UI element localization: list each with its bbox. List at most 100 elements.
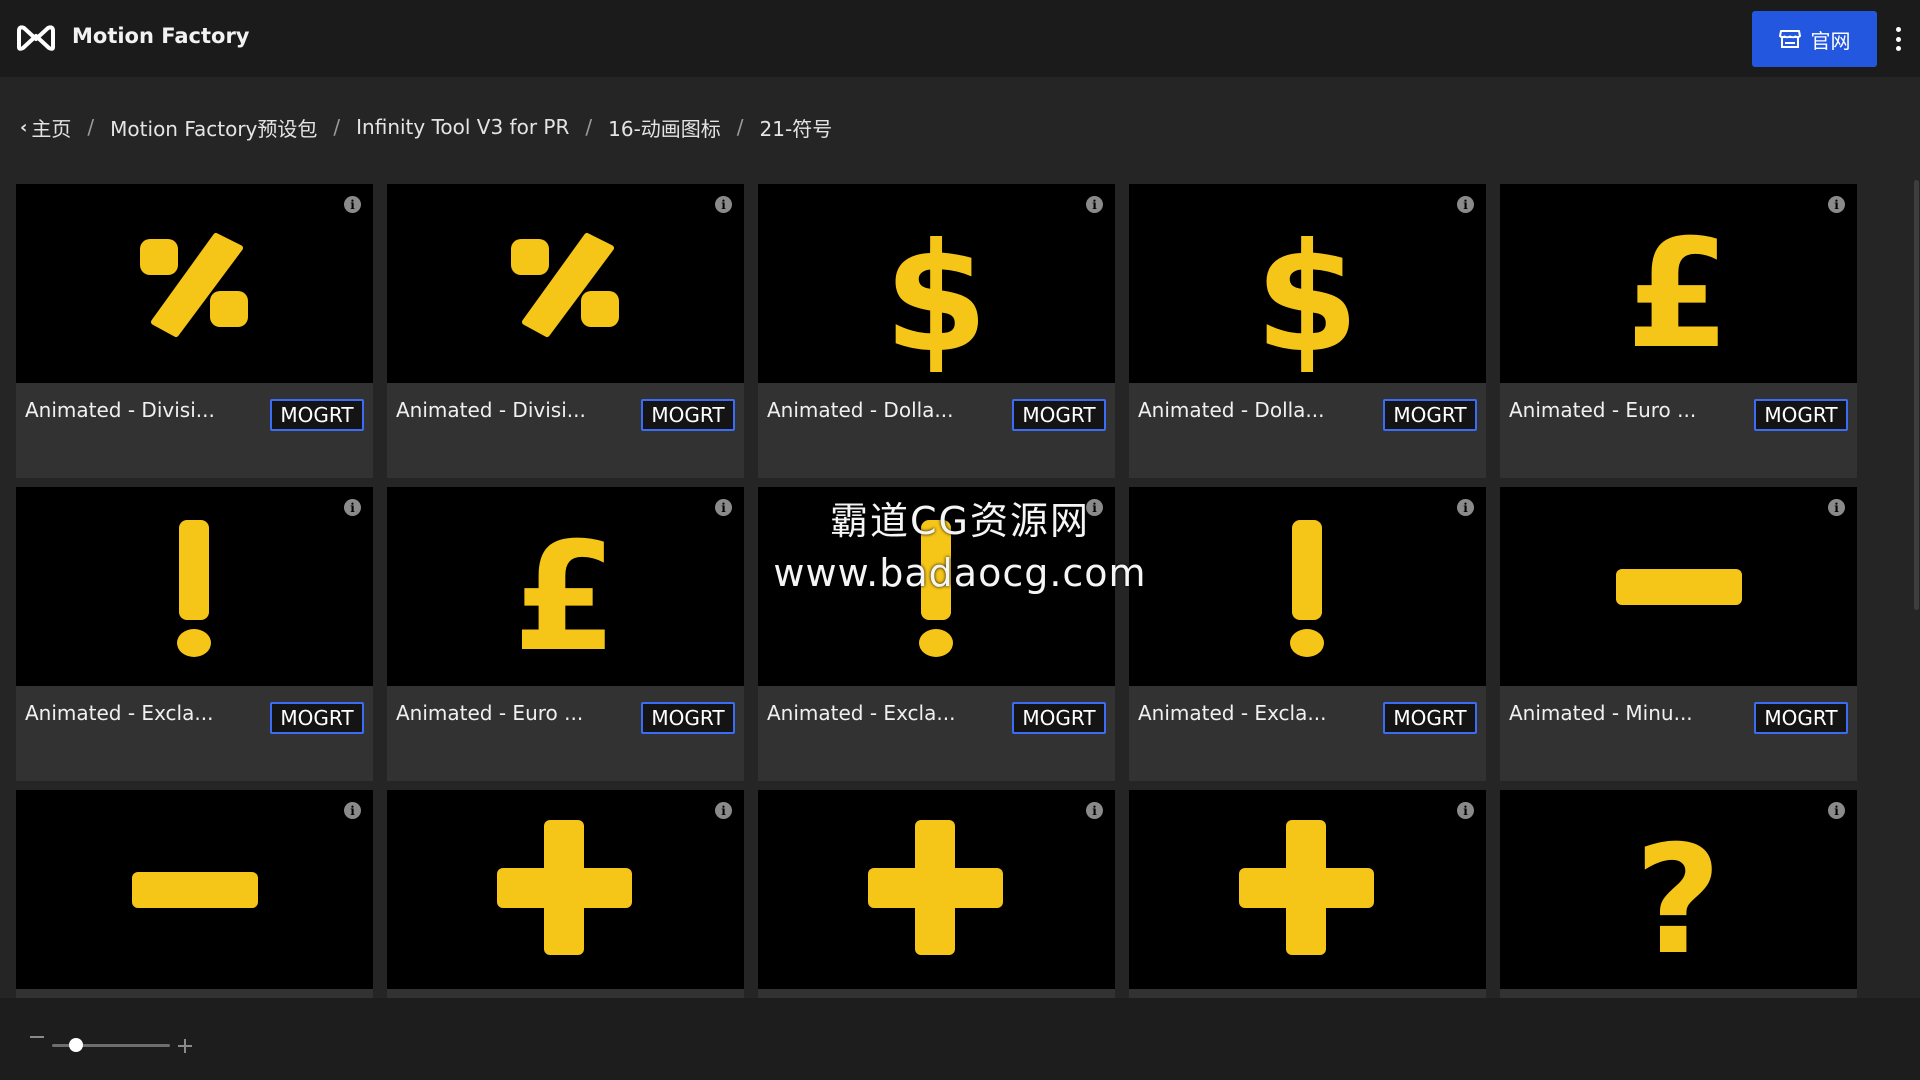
breadcrumb-separator: / xyxy=(87,115,95,139)
preset-thumbnail[interactable] xyxy=(1129,487,1486,686)
official-site-label: 官网 xyxy=(1810,28,1851,53)
back-chevron-icon[interactable]: ‹ xyxy=(20,117,27,138)
card-title: Animated - Divisi... xyxy=(396,398,586,422)
motion-factory-logo[interactable] xyxy=(16,22,56,52)
info-icon[interactable]: i xyxy=(1457,196,1474,213)
plus-icon xyxy=(497,820,632,955)
mogrt-badge-button[interactable]: MOGRT xyxy=(270,399,364,431)
breadcrumb-home[interactable]: 主页 xyxy=(31,113,71,142)
card-title: Animated - Excla... xyxy=(767,701,956,725)
card-title: Animated - Excla... xyxy=(1138,701,1327,725)
preset-thumbnail[interactable] xyxy=(1500,487,1857,686)
question-icon: ? xyxy=(1634,814,1721,988)
preset-card[interactable]: i Animated - Minu... MOGRT xyxy=(1500,487,1857,781)
preset-card[interactable]: i Animated - Excla... MOGRT xyxy=(16,487,373,781)
official-site-button[interactable]: 官网 xyxy=(1752,11,1877,67)
preset-card[interactable]: £ i Animated - Euro ... MOGRT xyxy=(1500,184,1857,478)
mogrt-badge-button[interactable]: MOGRT xyxy=(641,399,735,431)
dollar-icon: $ xyxy=(884,212,988,383)
preset-card[interactable]: $ i Animated - Dolla... MOGRT xyxy=(758,184,1115,478)
mogrt-badge-button[interactable]: MOGRT xyxy=(1754,702,1848,734)
info-icon[interactable]: i xyxy=(1828,802,1845,819)
plus-icon xyxy=(868,820,1003,955)
preset-thumbnail[interactable] xyxy=(16,487,373,686)
preset-thumbnail[interactable] xyxy=(16,184,373,383)
info-icon[interactable]: i xyxy=(715,499,732,516)
preset-thumbnail[interactable] xyxy=(1129,790,1486,989)
preset-thumbnail[interactable] xyxy=(16,790,373,989)
card-title: Animated - Minu... xyxy=(1509,701,1693,725)
scrollbar[interactable] xyxy=(1914,180,1919,610)
breadcrumb-animated-icons[interactable]: 16-动画图标 xyxy=(608,113,721,142)
svg-text:$: $ xyxy=(1255,212,1359,383)
mogrt-badge-button[interactable]: MOGRT xyxy=(1012,399,1106,431)
minus-icon xyxy=(132,872,258,908)
svg-text:£: £ xyxy=(513,511,617,685)
info-icon[interactable]: i xyxy=(344,196,361,213)
breadcrumb-separator: / xyxy=(333,115,341,139)
svg-text:?: ? xyxy=(1634,814,1721,988)
exclamation-icon xyxy=(919,520,953,657)
preset-card[interactable]: i Animated - Excla... MOGRT xyxy=(1129,487,1486,781)
info-icon[interactable]: i xyxy=(1828,196,1845,213)
preset-card[interactable]: i xyxy=(16,790,373,999)
mogrt-badge-button[interactable]: MOGRT xyxy=(1383,399,1477,431)
svg-text:£: £ xyxy=(1626,208,1730,382)
preset-thumbnail[interactable] xyxy=(387,790,744,989)
card-title: Animated - Dolla... xyxy=(767,398,954,422)
dollar-icon: $ xyxy=(1255,212,1359,383)
breadcrumb-symbols[interactable]: 21-符号 xyxy=(760,113,833,142)
breadcrumb-separator: / xyxy=(585,115,593,139)
svg-text:$: $ xyxy=(884,212,988,383)
preset-card[interactable]: £ i Animated - Euro ... MOGRT xyxy=(387,487,744,781)
info-icon[interactable]: i xyxy=(715,802,732,819)
preset-card[interactable]: i Animated - Divisi... MOGRT xyxy=(387,184,744,478)
pound-icon: £ xyxy=(1626,208,1730,382)
preset-thumbnail[interactable] xyxy=(387,184,744,383)
info-icon[interactable]: i xyxy=(344,802,361,819)
info-icon[interactable]: i xyxy=(715,196,732,213)
store-icon xyxy=(1778,30,1801,48)
info-icon[interactable]: i xyxy=(1828,499,1845,516)
percent-icon xyxy=(140,233,248,337)
mogrt-badge-button[interactable]: MOGRT xyxy=(1012,702,1106,734)
zoom-slider-handle[interactable] xyxy=(68,1038,83,1052)
info-icon[interactable]: i xyxy=(1086,802,1103,819)
info-icon[interactable]: i xyxy=(1086,499,1103,516)
breadcrumb: ‹ 主页 / Motion Factory预设包 / Infinity Tool… xyxy=(20,112,832,142)
preset-thumbnail[interactable]: ? xyxy=(1500,790,1857,989)
zoom-out-icon[interactable] xyxy=(30,1036,44,1038)
preset-thumbnail[interactable] xyxy=(758,790,1115,989)
preset-thumbnail[interactable]: £ xyxy=(1500,184,1857,383)
top-bar: Motion Factory 官网 xyxy=(0,0,1920,77)
mogrt-badge-button[interactable]: MOGRT xyxy=(1754,399,1848,431)
breadcrumb-separator: / xyxy=(736,115,744,139)
info-icon[interactable]: i xyxy=(1457,499,1474,516)
mogrt-badge-button[interactable]: MOGRT xyxy=(641,702,735,734)
card-title: Animated - Dolla... xyxy=(1138,398,1325,422)
info-icon[interactable]: i xyxy=(1086,196,1103,213)
mogrt-badge-button[interactable]: MOGRT xyxy=(270,702,364,734)
preset-card[interactable]: i xyxy=(387,790,744,999)
preset-card[interactable]: i xyxy=(758,790,1115,999)
preset-card[interactable]: $ i Animated - Dolla... MOGRT xyxy=(1129,184,1486,478)
exclamation-icon xyxy=(1290,520,1324,657)
preset-card[interactable]: i Animated - Divisi... MOGRT xyxy=(16,184,373,478)
preset-card[interactable]: ? i xyxy=(1500,790,1857,999)
preset-card[interactable]: i Animated - Excla... MOGRT xyxy=(758,487,1115,781)
preset-thumbnail[interactable]: $ xyxy=(1129,184,1486,383)
preset-thumbnail[interactable] xyxy=(758,487,1115,686)
breadcrumb-infinity-tool[interactable]: Infinity Tool V3 for PR xyxy=(356,115,569,139)
info-icon[interactable]: i xyxy=(344,499,361,516)
info-icon[interactable]: i xyxy=(1457,802,1474,819)
card-title: Animated - Divisi... xyxy=(25,398,215,422)
minus-icon xyxy=(1616,569,1742,605)
more-menu-icon[interactable] xyxy=(1888,24,1908,54)
mogrt-badge-button[interactable]: MOGRT xyxy=(1383,702,1477,734)
pound-icon: £ xyxy=(513,511,617,685)
breadcrumb-preset-pack[interactable]: Motion Factory预设包 xyxy=(110,113,317,142)
preset-thumbnail[interactable]: $ xyxy=(758,184,1115,383)
preset-thumbnail[interactable]: £ xyxy=(387,487,744,686)
preset-card[interactable]: i xyxy=(1129,790,1486,999)
zoom-in-icon[interactable] xyxy=(178,1039,192,1053)
